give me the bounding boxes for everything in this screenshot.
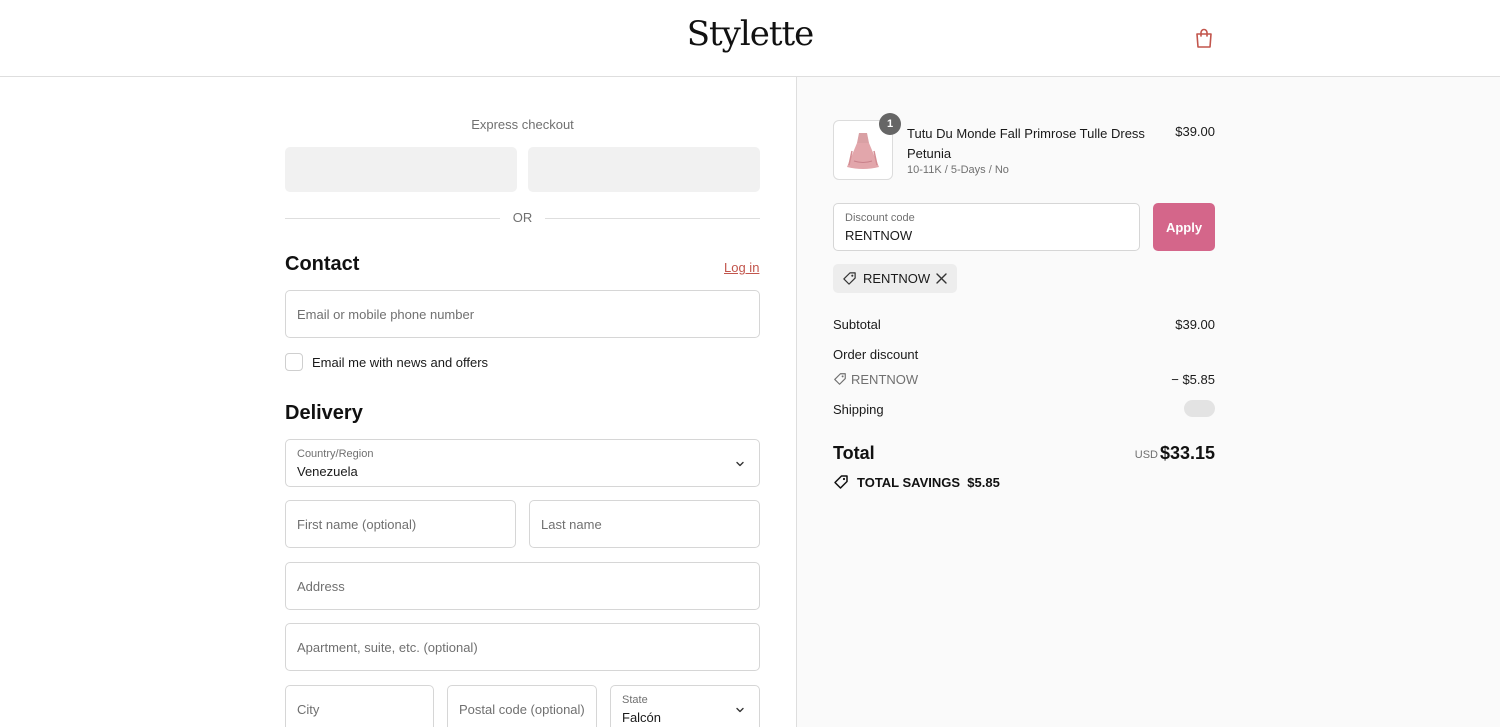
apartment-input[interactable] — [286, 624, 759, 670]
discount-code-field[interactable]: Discount code RENTNOW — [833, 203, 1140, 251]
checkout-form: Express checkout OR Contact Log in Email… — [0, 77, 797, 727]
delivery-title: Delivery — [285, 402, 363, 424]
subtotal-value: $39.00 — [1175, 317, 1215, 332]
savings-value: $5.85 — [967, 475, 1000, 490]
total-value: $33.15 — [1159, 443, 1215, 463]
applied-discount-code: RENTNOW — [863, 271, 931, 286]
country-value: Venezuela — [297, 464, 358, 479]
country-label: Country/Region — [297, 448, 374, 460]
first-name-input[interactable] — [286, 501, 515, 547]
subtotal-label: Subtotal — [833, 317, 881, 332]
postal-code-input[interactable] — [448, 686, 596, 727]
address-input[interactable] — [286, 563, 759, 609]
discount-code-label: Discount code — [845, 212, 915, 224]
apartment-field[interactable] — [285, 623, 760, 671]
quantity-badge: 1 — [879, 113, 901, 135]
chevron-down-icon — [736, 707, 744, 713]
order-summary: 1 Tutu Du Monde Fall Primrose Tulle Dres… — [797, 77, 1500, 727]
discount-amount: − $5.85 — [1171, 372, 1215, 387]
country-select[interactable]: Country/Region Venezuela — [285, 439, 760, 487]
header: Stylette — [0, 0, 1500, 77]
applied-discount-chip: RENTNOW — [833, 264, 957, 293]
order-discount-label: Order discount — [833, 347, 919, 362]
newsletter-checkbox[interactable] — [285, 353, 303, 371]
divider-line-right — [545, 218, 760, 219]
savings-text: TOTAL SAVINGS $5.85 — [857, 475, 1000, 490]
shipping-label: Shipping — [833, 402, 884, 417]
state-select[interactable]: State Falcón — [610, 685, 760, 727]
store-logo[interactable]: Stylette — [0, 14, 1500, 54]
chevron-down-icon — [736, 461, 744, 467]
product-name: Tutu Du Monde Fall Primrose Tulle Dress … — [907, 126, 1145, 161]
express-pay-button-2[interactable] — [528, 147, 760, 192]
city-input[interactable] — [286, 686, 433, 727]
city-field[interactable] — [285, 685, 434, 727]
discount-code-summary: RENTNOW — [851, 372, 919, 387]
login-link[interactable]: Log in — [724, 260, 759, 275]
total-currency: USD — [1134, 449, 1158, 461]
savings-tag-icon — [834, 475, 848, 489]
express-pay-button-1[interactable] — [285, 147, 517, 192]
total-label: Total — [833, 443, 875, 463]
shipping-loading-placeholder — [1184, 400, 1215, 417]
savings-label: TOTAL SAVINGS — [857, 475, 961, 490]
email-input[interactable] — [286, 291, 759, 337]
first-name-field[interactable] — [285, 500, 516, 548]
express-checkout-title: Express checkout — [471, 117, 574, 132]
tag-icon — [834, 373, 846, 385]
postal-code-field[interactable] — [447, 685, 597, 727]
apply-discount-button[interactable]: Apply — [1153, 203, 1215, 251]
close-icon[interactable] — [935, 272, 948, 285]
discount-code-value: RENTNOW — [845, 228, 913, 243]
tag-icon — [843, 272, 856, 285]
product-variant: 10-11K / 5-Days / No — [907, 164, 1009, 176]
shopping-bag-icon[interactable] — [1192, 26, 1216, 50]
newsletter-label: Email me with news and offers — [312, 355, 489, 370]
state-label: State — [622, 694, 648, 706]
or-divider: OR — [285, 210, 760, 226]
contact-title: Contact — [285, 253, 360, 275]
address-field[interactable] — [285, 562, 760, 610]
email-field[interactable] — [285, 290, 760, 338]
state-value: Falcón — [622, 710, 662, 725]
last-name-input[interactable] — [530, 501, 759, 547]
last-name-field[interactable] — [529, 500, 760, 548]
product-price: $39.00 — [1175, 124, 1215, 139]
